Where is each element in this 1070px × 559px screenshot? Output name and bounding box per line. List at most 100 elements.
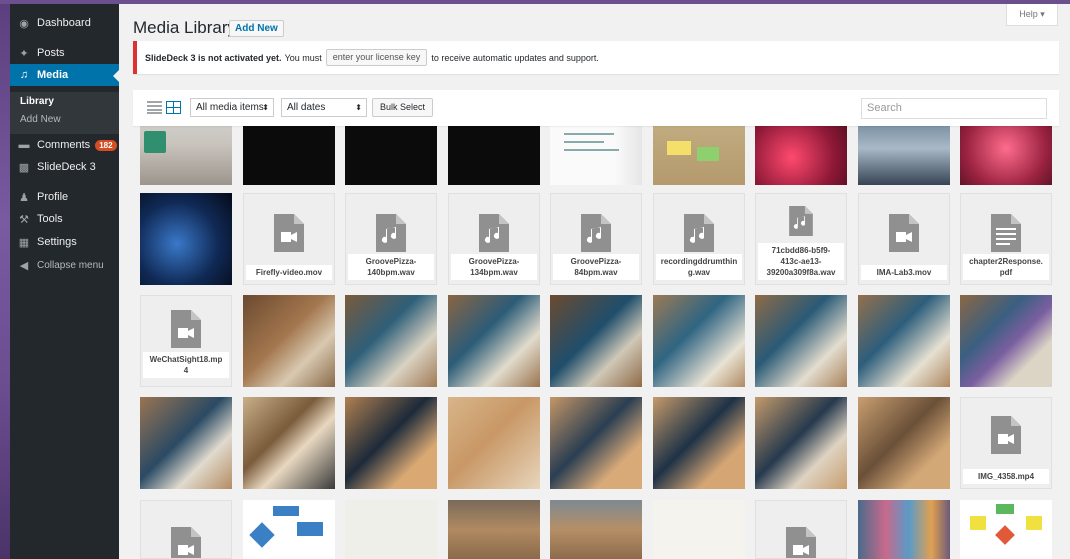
audio-file-icon [376, 214, 406, 252]
flow-box [970, 516, 986, 530]
media-thumb-flowchart[interactable] [243, 500, 335, 559]
file-name: GroovePizza- 134bpm.wav [451, 254, 537, 280]
file-name: GroovePizza- 140bpm.wav [348, 254, 434, 280]
menu-media[interactable]: ♫ Media [10, 64, 119, 86]
grid-view-icon[interactable] [166, 101, 181, 114]
menu-slidedeck[interactable]: ▩ SlideDeck 3 [10, 156, 119, 178]
media-thumb-sketch[interactable] [653, 500, 745, 559]
license-key-button[interactable]: enter your license key [325, 49, 428, 66]
media-thumb-audio[interactable]: GroovePizza- 84bpm.wav [550, 193, 642, 285]
flow-box [996, 504, 1014, 514]
file-name: WeChatSight18.mp 4 [143, 352, 229, 378]
date-filter[interactable]: All dates ⬍ [281, 98, 367, 117]
admin-sidebar: ◉ Dashboard ✦ Posts ♫ Media Library Add … [10, 4, 119, 559]
media-thumb-circuit[interactable] [550, 397, 642, 489]
notice-text: to receive automatic updates and support… [431, 52, 599, 63]
media-thumb-arduino[interactable] [960, 295, 1052, 387]
menu-settings[interactable]: ▦ Settings [10, 231, 119, 253]
notice-text: You must [284, 52, 322, 63]
media-thumb-video[interactable]: IMG_4358.mp4 [960, 397, 1052, 489]
comment-icon: ▬ [18, 139, 30, 151]
menu-comments-label: Comments [37, 139, 91, 151]
media-thumb-circuit[interactable] [653, 397, 745, 489]
media-icon: ♫ [19, 69, 29, 81]
media-submenu: Library Add New [10, 92, 119, 134]
menu-posts[interactable]: ✦ Posts [10, 42, 119, 64]
help-tab[interactable]: Help ▾ [1006, 4, 1058, 26]
media-thumb-diagram[interactable] [960, 500, 1052, 559]
media-thumb-video[interactable] [755, 500, 847, 559]
media-thumb-blue-screen[interactable] [140, 193, 232, 285]
video-file-icon [171, 527, 201, 558]
media-thumb-arduino[interactable] [448, 295, 540, 387]
media-thumb-arduino[interactable] [140, 397, 232, 489]
menu-dashboard-label: Dashboard [37, 17, 91, 29]
file-name: Firefly-video.mov [246, 265, 332, 280]
select-arrows-icon: ⬍ [355, 103, 362, 112]
notice-bold-text: SlideDeck 3 is not activated yet. [145, 52, 282, 63]
sticky-note [697, 147, 719, 161]
code-line [564, 149, 619, 151]
menu-posts-label: Posts [37, 47, 65, 59]
menu-media-label: Media [37, 69, 69, 81]
menu-dashboard[interactable]: ◉ Dashboard [10, 12, 119, 34]
media-thumb-document[interactable]: chapter2Response. pdf [960, 193, 1052, 285]
search-input[interactable]: Search [861, 98, 1047, 119]
pin-icon: ✦ [19, 47, 29, 60]
media-thumb-circuit[interactable] [345, 397, 437, 489]
submenu-library[interactable]: Library [20, 96, 54, 107]
top-border [119, 0, 1070, 4]
bulk-select-button[interactable]: Bulk Select [372, 98, 434, 117]
menu-profile[interactable]: ♟ Profile [10, 186, 119, 208]
media-thumb-video[interactable]: IMA-Lab3.mov [858, 193, 950, 285]
menu-settings-label: Settings [37, 236, 77, 248]
media-thumb-cardboard[interactable] [448, 500, 540, 559]
settings-icon: ▦ [18, 236, 30, 249]
media-thumb-video[interactable]: Firefly-video.mov [243, 193, 335, 285]
media-thumb-arduino[interactable] [550, 295, 642, 387]
media-thumb-audio[interactable]: recordingddrumthin g.wav [653, 193, 745, 285]
media-thumb-arduino[interactable] [755, 295, 847, 387]
date-filter-value: All dates [287, 102, 326, 113]
media-thumb-breadboard[interactable] [448, 397, 540, 489]
audio-file-icon [789, 206, 813, 236]
media-thumb-audio[interactable]: GroovePizza- 134bpm.wav [448, 193, 540, 285]
submenu-add-new[interactable]: Add New [20, 114, 61, 125]
slidedeck-icon: ▩ [18, 161, 30, 174]
flow-box [297, 522, 323, 536]
media-thumb-sketch[interactable] [345, 500, 437, 559]
media-type-filter-value: All media items [196, 102, 264, 113]
media-thumb-arduino[interactable] [243, 295, 335, 387]
media-thumb-hands[interactable] [243, 397, 335, 489]
menu-tools[interactable]: ⚒ Tools [10, 208, 119, 230]
add-new-button[interactable]: Add New [229, 20, 284, 37]
collapse-menu[interactable]: ◀ Collapse menu [10, 254, 119, 276]
collapse-icon: ◀ [19, 259, 29, 272]
code-line [564, 141, 604, 143]
media-thumb-cardboard[interactable] [550, 500, 642, 559]
audio-file-icon [684, 214, 714, 252]
media-thumb-video[interactable] [140, 500, 232, 559]
media-thumb-arduino[interactable] [858, 295, 950, 387]
video-file-icon [171, 310, 201, 348]
menu-profile-label: Profile [37, 191, 69, 203]
media-thumb-audio[interactable]: 71cbdd86-b5f9- 413c-ae13- 39200a309f8a.w… [755, 193, 847, 285]
page-title: Media Library [133, 18, 236, 37]
media-thumb-circuit[interactable] [755, 397, 847, 489]
license-notice: SlideDeck 3 is not activated yet. You mu… [133, 41, 1059, 74]
media-thumb-shelves[interactable] [858, 500, 950, 559]
media-thumb-audio[interactable]: GroovePizza- 140bpm.wav [345, 193, 437, 285]
file-name: IMA-Lab3.mov [861, 265, 947, 280]
media-thumb-arduino[interactable] [345, 295, 437, 387]
media-thumb-arduino[interactable] [653, 295, 745, 387]
media-type-filter[interactable]: All media items ⬍ [190, 98, 274, 117]
file-name: recordingddrumthin g.wav [656, 254, 742, 280]
flow-box [1026, 516, 1042, 530]
media-thumb-video[interactable]: WeChatSight18.mp 4 [140, 295, 232, 387]
menu-comments[interactable]: ▬ Comments 182 [10, 134, 119, 156]
code-line [564, 133, 614, 135]
video-file-icon [274, 214, 304, 252]
file-name: IMG_4358.mp4 [963, 469, 1049, 484]
list-view-icon[interactable] [147, 101, 162, 114]
media-thumb-circuit[interactable] [858, 397, 950, 489]
